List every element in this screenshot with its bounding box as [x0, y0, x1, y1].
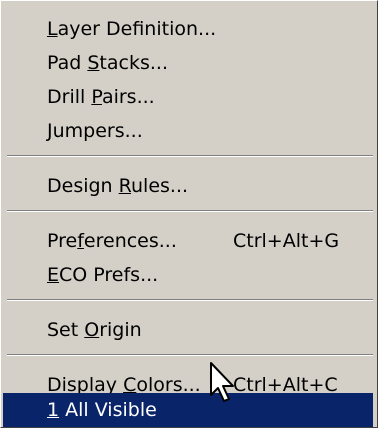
menu-item-drill-pairs[interactable]: Drill Pairs...: [3, 80, 373, 114]
menu-item-design-rules[interactable]: Design Rules...: [3, 169, 373, 203]
menu-item-layer-definition[interactable]: Layer Definition...: [3, 12, 373, 46]
menu-separator: [7, 210, 373, 212]
menu-item-label: Drill Pairs...: [47, 86, 155, 108]
context-menu: Layer Definition... Pad Stacks... Drill …: [0, 0, 378, 428]
menu-item-eco-prefs[interactable]: ECO Prefs...: [3, 258, 373, 292]
menu-item-preferences[interactable]: Preferences... Ctrl+Alt+G: [3, 224, 373, 258]
menu-item-shortcut: Ctrl+Alt+G: [233, 230, 340, 252]
menu-item-pad-stacks[interactable]: Pad Stacks...: [3, 46, 373, 80]
menu-item-label: Pad Stacks...: [47, 52, 168, 74]
menu-separator: [7, 299, 373, 301]
menu-item-all-visible[interactable]: 1 All Visible: [3, 393, 373, 427]
menu-item-jumpers[interactable]: Jumpers...: [3, 114, 373, 148]
menu-item-label: Jumpers...: [47, 120, 143, 142]
menu-item-label: Design Rules...: [47, 175, 189, 197]
menu-item-label: ECO Prefs...: [47, 264, 159, 286]
menu-item-set-origin[interactable]: Set Origin: [3, 313, 373, 347]
menu-item-label: 1 All Visible: [47, 399, 157, 421]
menu-item-label: Set Origin: [47, 319, 142, 341]
menu-item-label: Layer Definition...: [47, 18, 217, 40]
menu-separator: [7, 354, 373, 356]
mouse-pointer-arrow-icon: [210, 362, 234, 402]
menu-separator: [7, 155, 373, 157]
menu-item-label: Preferences...: [47, 230, 177, 252]
